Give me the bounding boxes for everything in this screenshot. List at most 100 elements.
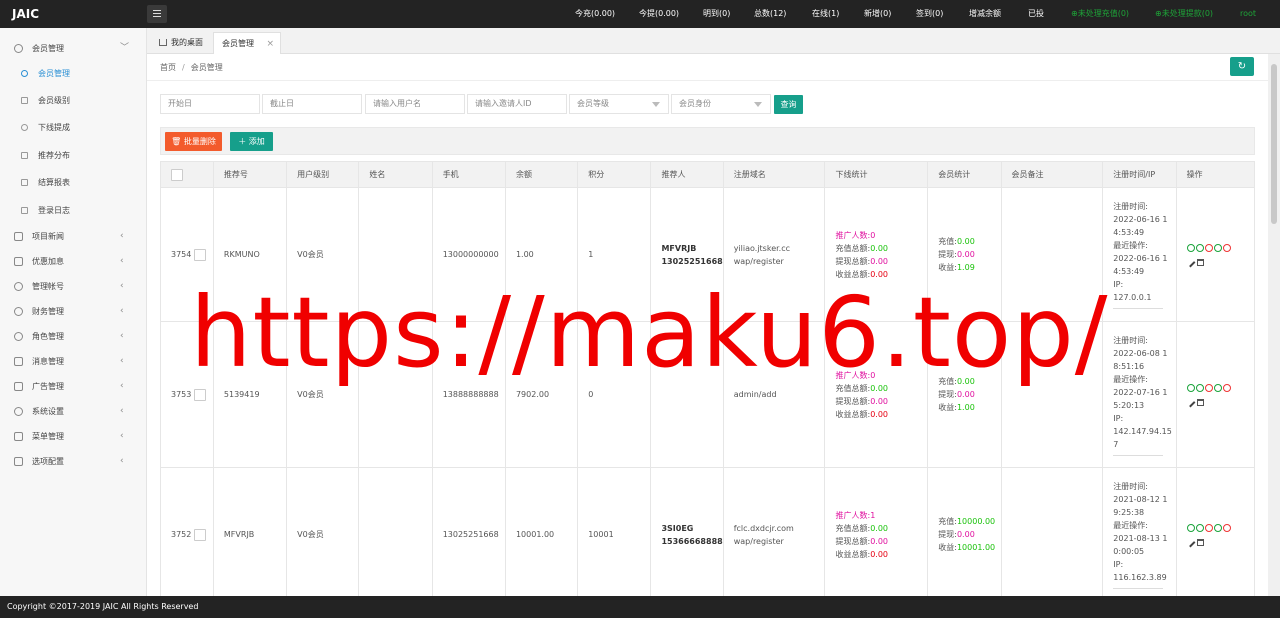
row-id-cell: 3752	[160, 467, 214, 596]
menu-toggle-button[interactable]	[147, 5, 167, 23]
identity-select[interactable]: 会员身份	[671, 94, 771, 114]
stat-new[interactable]: 新增(0)	[864, 0, 891, 28]
delete-icon[interactable]	[1196, 539, 1204, 546]
end-date-input[interactable]: 截止日	[262, 94, 362, 114]
ip-label: IP:	[1113, 413, 1124, 423]
shield-icon[interactable]	[1195, 244, 1204, 252]
stat-online[interactable]: 在线(1)	[812, 0, 839, 28]
sidebar-group-options[interactable]: 选项配置 ‹	[0, 449, 147, 474]
row-checkbox[interactable]	[193, 248, 206, 261]
search-icon[interactable]	[1204, 244, 1213, 252]
member-points: 10001	[577, 467, 652, 596]
sidebar-group-ads[interactable]: 广告管理 ‹	[0, 374, 147, 399]
adjust-balance-link[interactable]: 增减余额	[969, 0, 1001, 28]
withdraw-value: 0.00	[956, 390, 975, 399]
sidebar-item-settlement[interactable]: 结算报表	[0, 169, 147, 196]
sidebar-group-messages[interactable]: 消息管理 ‹	[0, 349, 147, 374]
row-id: 3753	[171, 390, 192, 399]
sidebar-item-commission[interactable]: 下线提成	[0, 114, 147, 141]
delete-icon[interactable]	[1196, 259, 1204, 266]
close-icon[interactable]: ×	[266, 33, 274, 55]
sidebar-group-news[interactable]: 项目新闻 ‹	[0, 224, 147, 249]
refresh-button[interactable]: ↻	[1230, 57, 1254, 76]
batch-delete-button[interactable]: 🗑︎ 批量删除	[165, 132, 222, 151]
sidebar-item-login-log[interactable]: 登录日志	[0, 197, 147, 224]
income-value: 10001.00	[956, 543, 996, 552]
list-icon	[21, 97, 28, 104]
pending-withdraw-alert[interactable]: ⊕未处理提款(0)	[1155, 0, 1213, 28]
start-date-input[interactable]: 开始日	[160, 94, 260, 114]
gear-icon[interactable]	[1213, 524, 1222, 532]
col-referrer: 推荐人	[650, 161, 724, 188]
income-label: 收益:	[938, 403, 957, 412]
user-menu[interactable]: root	[1240, 0, 1256, 28]
reg-time-value-cont: 9:25:38	[1113, 508, 1145, 517]
income: 收益:10001.00	[938, 541, 1000, 554]
add-button[interactable]: ＋ 添加	[230, 132, 273, 151]
stat-today-recharge[interactable]: 今充(0.00)	[575, 0, 615, 28]
recharge-icon[interactable]	[1186, 244, 1195, 252]
promo-count: 推广人数:0	[835, 229, 927, 242]
sidebar-item-member-level[interactable]: 会员级别	[0, 87, 147, 114]
scrollbar-thumb[interactable]	[1271, 64, 1277, 224]
last-op-value: 2021-08-13 1	[1113, 534, 1168, 543]
sidebar-group-promo[interactable]: 优惠加息 ‹	[0, 249, 147, 274]
withdraw-total-value: 0.00	[870, 256, 888, 266]
recharge-icon[interactable]	[1186, 524, 1195, 532]
edit-icon[interactable]	[1185, 397, 1196, 408]
row-checkbox[interactable]	[193, 528, 206, 541]
sidebar-item-referral-tree[interactable]: 推荐分布	[0, 142, 147, 169]
sidebar-group-menus[interactable]: 菜单管理 ‹	[0, 424, 147, 449]
reg-path: wap/register	[733, 256, 784, 266]
stat-signin[interactable]: 签到(0)	[916, 0, 943, 28]
level-select[interactable]: 会员等级	[569, 94, 669, 114]
sidebar-group-label: 角色管理	[32, 332, 64, 341]
gear-icon[interactable]	[1213, 384, 1222, 392]
username-input[interactable]: 请输入用户名	[365, 94, 465, 114]
sidebar-group-member[interactable]: 会员管理 ﹀	[0, 36, 147, 61]
tab-member-manage[interactable]: 会员管理 ×	[213, 32, 281, 54]
edit-icon[interactable]	[1185, 537, 1196, 548]
stat-today-withdraw[interactable]: 今提(0.00)	[639, 0, 679, 28]
select-all-checkbox[interactable]	[171, 168, 183, 181]
shield-icon[interactable]	[1195, 524, 1204, 532]
withdraw-icon[interactable]	[1222, 384, 1231, 392]
pending-recharge-alert[interactable]: ⊕未处理充值(0)	[1071, 0, 1129, 28]
plus-icon: ＋	[238, 137, 249, 146]
col-domain: 注册域名	[722, 161, 826, 188]
stat-total[interactable]: 总数(12)	[754, 0, 786, 28]
edit-icon[interactable]	[1185, 257, 1196, 268]
last-op-label: 最近操作:	[1113, 374, 1148, 384]
select-all-cell	[160, 161, 214, 188]
income: 收益:1.09	[938, 261, 1000, 274]
shield-icon[interactable]	[1195, 384, 1204, 392]
sidebar-group-finance[interactable]: 财务管理 ‹	[0, 299, 147, 324]
withdraw-icon[interactable]	[1222, 244, 1231, 252]
gear-icon	[14, 407, 23, 416]
caret-down-icon	[652, 102, 660, 107]
scrollbar[interactable]	[1268, 54, 1280, 596]
delete-icon[interactable]	[1196, 399, 1204, 406]
sidebar-group-admin-accounts[interactable]: 管理帐号 ‹	[0, 274, 147, 299]
search-button[interactable]: 查询	[774, 95, 803, 114]
withdraw-value: 0.00	[956, 530, 975, 539]
tab-home[interactable]: 我的桌面	[151, 32, 213, 54]
sidebar-item-member-manage[interactable]: 会员管理	[0, 60, 147, 87]
search-icon[interactable]	[1204, 524, 1213, 532]
gear-icon[interactable]	[1213, 244, 1222, 252]
withdraw-icon[interactable]	[1222, 524, 1231, 532]
last-op-value: 2022-07-16 1	[1113, 387, 1168, 397]
stat-tomorrow-due[interactable]: 明到(0)	[703, 0, 730, 28]
sidebar-group-roles[interactable]: 角色管理 ‹	[0, 324, 147, 349]
recharge-icon[interactable]	[1186, 384, 1195, 392]
sidebar-group-system[interactable]: 系统设置 ‹	[0, 399, 147, 424]
breadcrumb-home[interactable]: 首页	[160, 63, 176, 72]
invested-link[interactable]: 已投	[1028, 0, 1044, 28]
search-icon[interactable]	[1204, 384, 1213, 392]
reg-time-label: 注册时间:	[1113, 482, 1148, 491]
member-stats-cell: 充值:10000.00 提现:0.00 收益:10001.00	[927, 467, 1002, 596]
inviter-id-input[interactable]: 请输入邀请人ID	[467, 94, 567, 114]
row-checkbox[interactable]	[193, 388, 206, 401]
reg-time-cell: 注册时间: 2022-06-08 1 8:51:16 最近操作: 2022-07-16 …	[1102, 321, 1177, 468]
referrer-cell: 3SI0EG 15366668888	[650, 467, 724, 596]
